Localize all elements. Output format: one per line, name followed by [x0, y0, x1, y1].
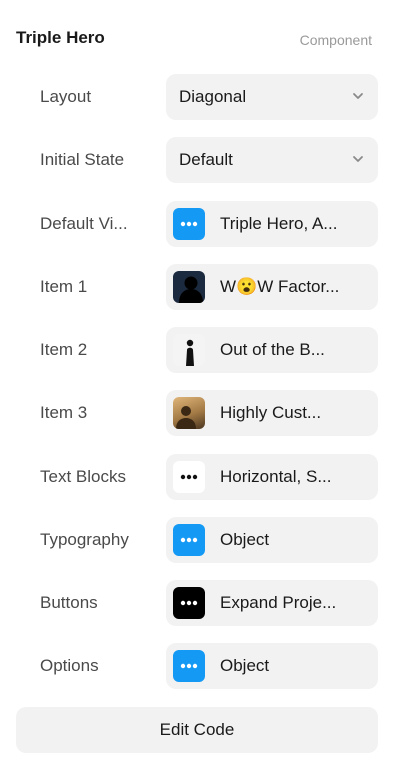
property-row-layout: Layout Diagonal	[0, 74, 400, 120]
property-row-default-variant: Default Vi... Triple Hero, A...	[0, 201, 400, 247]
item-3-value: Highly Cust...	[220, 403, 322, 422]
ellipsis-icon	[173, 587, 205, 619]
initial-state-select[interactable]: Default	[166, 137, 378, 183]
ellipsis-icon	[173, 461, 205, 493]
property-row-item-3: Item 3 Highly Cust...	[0, 390, 400, 436]
property-label-default-variant: Default Vi...	[40, 214, 128, 233]
property-row-initial-state: Initial State Default	[0, 137, 400, 183]
property-row-text-blocks: Text Blocks Horizontal, S...	[0, 454, 400, 500]
default-variant-object-control[interactable]: Triple Hero, A...	[166, 201, 378, 247]
item-1-value: W😮W Factor...	[220, 277, 340, 296]
property-label-typography: Typography	[40, 530, 129, 549]
image-thumbnail	[173, 271, 205, 303]
buttons-object-control[interactable]: Expand Proje...	[166, 580, 378, 626]
panel-title: Triple Hero	[16, 28, 105, 47]
text-blocks-object-control[interactable]: Horizontal, S...	[166, 454, 378, 500]
edit-code-button[interactable]: Edit Code	[16, 707, 378, 753]
typography-value: Object	[220, 530, 270, 549]
initial-state-select-value: Default	[179, 150, 233, 169]
property-label-item-2: Item 2	[40, 340, 88, 359]
property-label-item-1: Item 1	[40, 277, 88, 296]
property-row-typography: Typography Object	[0, 517, 400, 563]
property-label-initial-state: Initial State	[40, 150, 125, 169]
ellipsis-icon	[173, 208, 205, 240]
layout-select[interactable]: Diagonal	[166, 74, 378, 120]
layout-select-value: Diagonal	[179, 87, 247, 106]
ellipsis-icon	[173, 650, 205, 682]
property-row-buttons: Buttons Expand Proje...	[0, 580, 400, 626]
item-2-value: Out of the B...	[220, 340, 325, 359]
ellipsis-icon	[173, 524, 205, 556]
options-object-control[interactable]: Object	[166, 643, 378, 689]
property-label-buttons: Buttons	[40, 593, 98, 612]
typography-object-control[interactable]: Object	[166, 517, 378, 563]
item-3-image-control[interactable]: Highly Cust...	[166, 390, 378, 436]
property-label-options: Options	[40, 656, 99, 675]
component-type-label: Component	[299, 32, 372, 48]
property-label-item-3: Item 3	[40, 403, 88, 422]
property-row-item-1: Item 1 W😮W Factor...	[0, 264, 400, 310]
property-row-options: Options Object	[0, 643, 400, 689]
item-2-image-control[interactable]: Out of the B...	[166, 327, 378, 373]
property-label-layout: Layout	[40, 87, 92, 106]
panel-header: Triple Hero Component	[16, 26, 374, 50]
property-row-item-2: Item 2 Out of the B...	[0, 327, 400, 373]
image-thumbnail	[173, 334, 205, 366]
property-label-text-blocks: Text Blocks	[40, 467, 126, 486]
default-variant-value: Triple Hero, A...	[220, 214, 338, 233]
image-thumbnail	[173, 397, 205, 429]
chevron-down-icon	[353, 156, 363, 162]
item-1-image-control[interactable]: W😮W Factor...	[166, 264, 378, 310]
options-value: Object	[220, 656, 270, 675]
buttons-value: Expand Proje...	[220, 593, 337, 612]
text-blocks-value: Horizontal, S...	[220, 467, 332, 486]
chevron-down-icon	[353, 93, 363, 99]
